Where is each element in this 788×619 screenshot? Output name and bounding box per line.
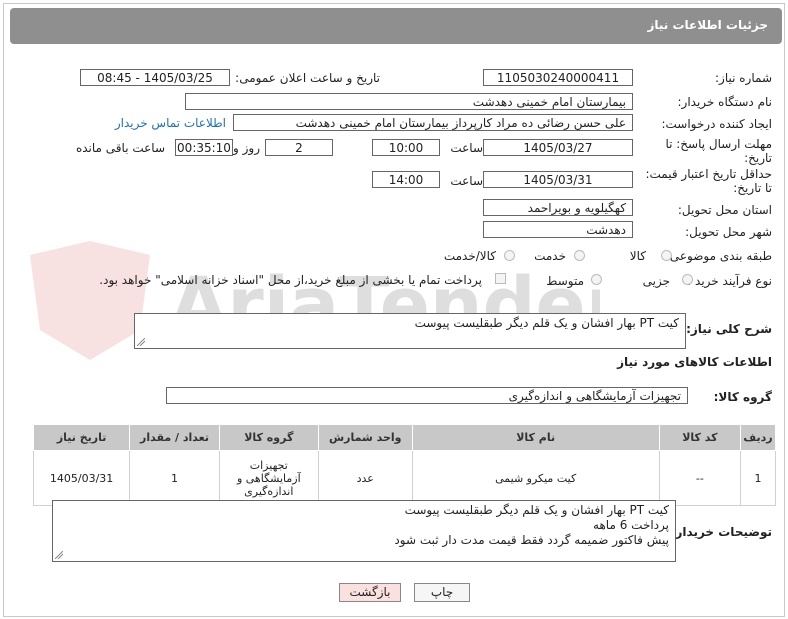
col-qty-header: تعداد / مقدار <box>129 424 220 451</box>
goods-group-label: گروه کالا: <box>713 390 772 404</box>
process-radio-medium[interactable] <box>591 274 602 285</box>
col-unit-header: واحد شمارش <box>317 424 413 451</box>
validity-label: حداقل تاریخ اعتبار قیمت: <box>645 167 772 181</box>
days-label: روز و <box>233 141 260 155</box>
buyer-notes-label: توضیحات خریدار: <box>670 525 772 539</box>
validity-date-field[interactable]: 1405/03/31 <box>483 171 633 188</box>
announce-label: تاریخ و ساعت اعلان عمومی: <box>235 71 380 85</box>
buyer-notes-line: پیش فاکتور ضمیمه گردد فقط قیمت مدت دار ث… <box>394 533 669 547</box>
col-code-header: کد کالا <box>658 424 742 451</box>
validity-hour-label: ساعت <box>450 174 483 188</box>
province-field[interactable]: کهگیلویه و بویراحمد <box>483 199 633 216</box>
col-group-header: گروه کالا <box>218 424 319 451</box>
deadline-label: مهلت ارسال پاسخ: تا <box>665 137 772 151</box>
cell-group: تجهیزات آزمایشگاهی و اندازه‌گیری <box>218 450 319 506</box>
province-label: استان محل تحویل: <box>677 203 772 217</box>
page-title: جزئیات اطلاعات نیاز <box>647 18 768 32</box>
description-label: شرح کلی نیاز: <box>686 322 772 336</box>
days-field[interactable]: 2 <box>265 139 333 156</box>
table-row[interactable]: 1 -- کیت میکرو شیمی عدد تجهیزات آزمایشگا… <box>32 450 776 506</box>
validity-label-2: تا تاریخ: <box>733 181 772 195</box>
col-name-header: نام کالا <box>411 424 660 451</box>
buyer-contact-link[interactable]: اطلاعات تماس خریدار <box>115 116 226 130</box>
description-text: کیت PT بهار افشان و یک قلم دیگر طبقلیست … <box>414 316 679 330</box>
cell-unit: عدد <box>317 450 413 506</box>
goods-section-title: اطلاعات کالاهای مورد نیاز <box>617 355 772 369</box>
cell-qty: 1 <box>129 450 220 506</box>
deadline-date-field[interactable]: 1405/03/27 <box>483 139 633 156</box>
cell-name: کیت میکرو شیمی <box>411 450 660 506</box>
description-textarea[interactable]: کیت PT بهار افشان و یک قلم دیگر طبقلیست … <box>134 313 686 349</box>
deadline-time-field[interactable]: 10:00 <box>372 139 440 156</box>
resize-grip-icon[interactable] <box>137 338 145 346</box>
buyer-notes-line: پرداخت 6 ماهه <box>593 518 669 532</box>
buyer-org-label: نام دستگاه خریدار: <box>677 95 773 109</box>
remaining-label: ساعت باقی مانده <box>75 141 165 155</box>
need-number-label: شماره نیاز: <box>715 71 772 85</box>
goods-table: ردیف کد کالا نام کالا واحد شمارش گروه کا… <box>32 424 776 506</box>
col-row-header: ردیف <box>740 424 776 451</box>
deadline-hour-label: ساعت <box>450 141 483 155</box>
category-radio-service[interactable] <box>574 250 585 261</box>
payment-checkbox[interactable] <box>495 273 506 284</box>
category-radio-both[interactable] <box>504 250 515 261</box>
need-number-field[interactable]: 1105030240000411 <box>483 69 633 86</box>
buyer-org-field[interactable]: بیمارستان امام خمینی دهدشت <box>185 93 633 110</box>
remaining-time-field[interactable]: 00:35:10 <box>175 139 233 156</box>
category-radio-goods[interactable] <box>661 250 672 261</box>
goods-group-field[interactable]: تجهیزات آزمایشگاهی و اندازه‌گیری <box>166 387 688 404</box>
cell-code: -- <box>658 450 742 506</box>
back-button[interactable]: بازگشت <box>339 583 401 602</box>
cell-row: 1 <box>740 450 776 506</box>
resize-grip-icon[interactable] <box>55 551 63 559</box>
buyer-notes-textarea[interactable]: کیت PT بهار افشان و یک قلم دیگر طبقلیست … <box>52 500 676 562</box>
creator-label: ایجاد کننده درخواست: <box>661 117 772 131</box>
process-radio-small[interactable] <box>682 274 693 285</box>
category-option-goods: کالا <box>629 249 646 263</box>
creator-field[interactable]: علی حسن رضائی ده مراد کارپرداز بیمارستان… <box>233 114 633 131</box>
print-button[interactable]: چاپ <box>414 583 470 602</box>
category-option-both: کالا/خدمت <box>443 249 496 263</box>
deadline-label-2: تاریخ: <box>744 151 772 165</box>
buyer-notes-line: کیت PT بهار افشان و یک قلم دیگر طبقلیست … <box>404 503 669 517</box>
payment-note: پرداخت تمام یا بخشی از مبلغ خرید،از محل … <box>99 273 482 287</box>
process-label: نوع فرآیند خرید : <box>687 274 772 288</box>
cell-date: 1405/03/31 <box>32 450 131 506</box>
city-field[interactable]: دهدشت <box>483 221 633 238</box>
category-option-service: خدمت <box>534 249 566 263</box>
announce-field[interactable]: 1405/03/25 - 08:45 <box>80 69 230 86</box>
city-label: شهر محل تحویل: <box>685 225 772 239</box>
table-header-row: ردیف کد کالا نام کالا واحد شمارش گروه کا… <box>32 424 776 451</box>
process-option-small: جزیی <box>642 274 670 288</box>
process-option-medium: متوسط <box>546 274 584 288</box>
category-label: طبقه بندی موضوعی: <box>665 249 772 263</box>
col-date-header: تاریخ نیاز <box>32 424 131 451</box>
page-header: جزئیات اطلاعات نیاز <box>10 8 782 44</box>
validity-time-field[interactable]: 14:00 <box>372 171 440 188</box>
